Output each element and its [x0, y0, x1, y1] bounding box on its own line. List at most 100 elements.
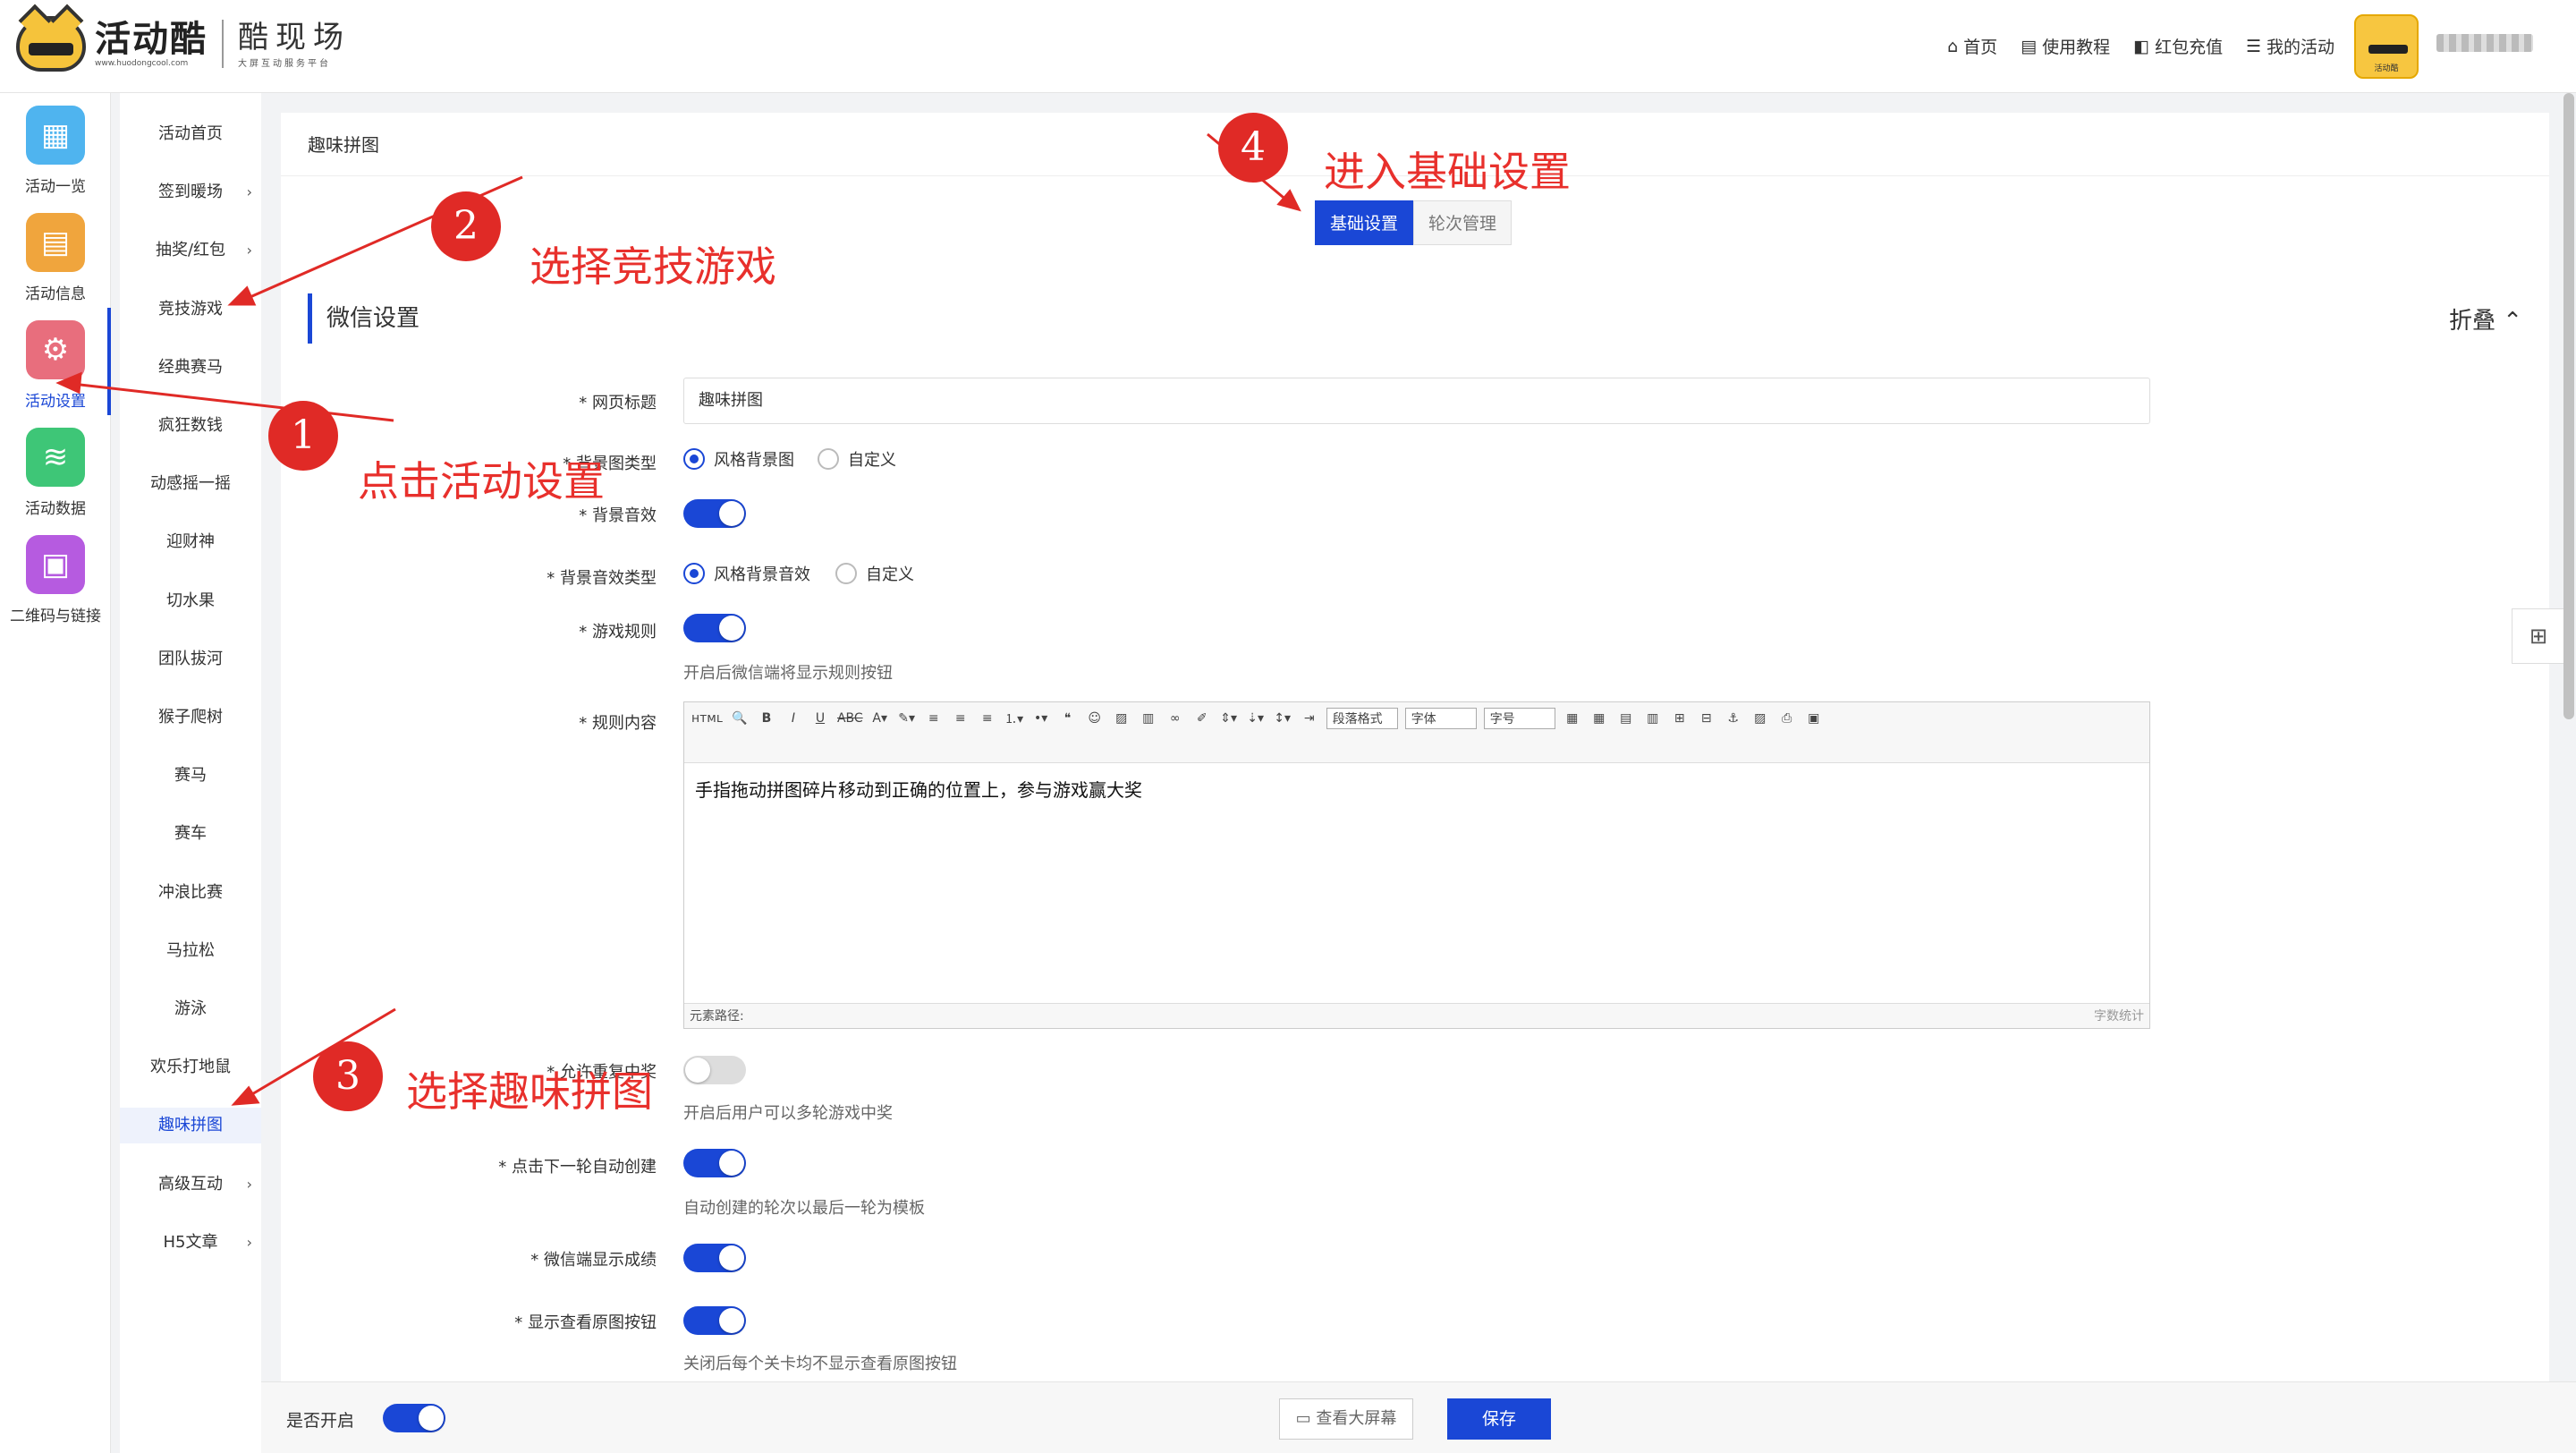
- logo[interactable]: 活动酷 www.huodongcool.com 酷现场 大屏互动服务平台: [16, 16, 351, 72]
- submenu-item[interactable]: 赛车: [120, 816, 261, 852]
- toggle-show-score[interactable]: [683, 1244, 746, 1272]
- floating-qr-icon[interactable]: ⊞: [2512, 608, 2565, 664]
- save-icon[interactable]: ▥: [1139, 708, 1158, 729]
- enabled-label: 是否开启: [286, 1411, 355, 1431]
- merge-icon[interactable]: ⊞: [1670, 708, 1690, 729]
- radio-bg-custom[interactable]: 自定义: [818, 447, 896, 471]
- primary-sidebar: ▦ 活动一览 ▤ 活动信息 ⚙ 活动设置 ≋ 活动数据 ▣ 二维码与链接: [0, 93, 111, 1453]
- toggle-enabled[interactable]: [383, 1404, 445, 1432]
- tab-round-management[interactable]: 轮次管理: [1413, 200, 1513, 245]
- submenu-item[interactable]: 经典赛马: [120, 350, 261, 386]
- sidebar-item-info[interactable]: ▤ 活动信息: [0, 213, 111, 303]
- submenu-item[interactable]: 高级互动 ›: [120, 1167, 261, 1202]
- nav-home[interactable]: ⌂ 首页: [1947, 34, 1997, 58]
- scrollbar[interactable]: [2563, 93, 2574, 719]
- html-icon[interactable]: ʜᴛᴍʟ: [691, 708, 723, 729]
- save-button[interactable]: 保存: [1447, 1398, 1551, 1440]
- radio-sound-style[interactable]: 风格背景音效: [683, 562, 810, 585]
- submenu-item[interactable]: 冲浪比赛: [120, 875, 261, 911]
- original-hint: 关闭后每个关卡均不显示查看原图按钮: [683, 1355, 957, 1373]
- submenu-item[interactable]: 游泳: [120, 991, 261, 1027]
- auto-hint: 自动创建的轮次以最后一轮为模板: [683, 1199, 925, 1218]
- submenu-item[interactable]: 动感摇一摇: [120, 466, 261, 502]
- sidebar-item-settings[interactable]: ⚙ 活动设置: [0, 320, 111, 411]
- view-screen-button[interactable]: ▭ 查看大屏幕: [1279, 1398, 1413, 1440]
- format-select[interactable]: 段落格式: [1326, 708, 1398, 729]
- font-select[interactable]: 字体: [1404, 708, 1477, 729]
- table-row-icon[interactable]: ▤: [1616, 708, 1636, 729]
- nav-tutorial[interactable]: ▤ 使用教程: [2021, 34, 2110, 58]
- bold-icon[interactable]: B: [757, 708, 776, 729]
- avatar[interactable]: 活动酷: [2354, 14, 2419, 79]
- label-show-original: 显示查看原图按钮: [281, 1310, 657, 1333]
- table-col-icon[interactable]: ▥: [1643, 708, 1663, 729]
- toggle-auto-create[interactable]: [683, 1149, 746, 1177]
- submenu-item[interactable]: 竞技游戏: [120, 292, 261, 327]
- radio-bg-style[interactable]: 风格背景图: [683, 447, 794, 471]
- editor-content[interactable]: 手指拖动拼图碎片移动到正确的位置上，参与游戏赢大奖: [684, 763, 2149, 814]
- image-icon[interactable]: ▨: [1112, 708, 1131, 729]
- indent-icon[interactable]: ⇥: [1300, 708, 1319, 729]
- table-delete-icon[interactable]: ▦: [1589, 708, 1609, 729]
- quote-icon[interactable]: ❝: [1058, 708, 1078, 729]
- username-blurred[interactable]: [2436, 34, 2533, 52]
- split-icon[interactable]: ⊟: [1697, 708, 1716, 729]
- submenu-item[interactable]: 切水果: [120, 583, 261, 619]
- align-left-icon[interactable]: ≡: [924, 708, 944, 729]
- submenu-item[interactable]: 团队拔河: [120, 642, 261, 677]
- collapse-button[interactable]: 折叠 ⌃: [2449, 302, 2522, 336]
- page-title-input[interactable]: 趣味拼图: [683, 378, 2150, 424]
- unordered-list-icon[interactable]: •▾: [1031, 708, 1051, 729]
- nav-recharge[interactable]: ◧ 红包充值: [2133, 34, 2223, 58]
- radio-sound-custom[interactable]: 自定义: [835, 562, 914, 585]
- anchor-icon[interactable]: ⚓: [1724, 708, 1743, 729]
- size-select[interactable]: 字号: [1483, 708, 1555, 729]
- para-spacing-icon[interactable]: ⇣▾: [1246, 708, 1266, 729]
- submenu-item[interactable]: 趣味拼图: [120, 1108, 261, 1144]
- highlight-icon[interactable]: ✎▾: [897, 708, 917, 729]
- tab-basic-settings[interactable]: 基础设置: [1315, 200, 1414, 245]
- nav-my-activities[interactable]: ☰ 我的活动: [2246, 34, 2334, 58]
- toggle-rules[interactable]: [683, 614, 746, 642]
- toggle-bg-sound[interactable]: [683, 499, 746, 528]
- tab-bar: 基础设置 轮次管理: [1315, 200, 1513, 245]
- align-right-icon[interactable]: ≡: [978, 708, 997, 729]
- sidebar-item-qrcode[interactable]: ▣ 二维码与链接: [0, 535, 111, 625]
- table-icon[interactable]: ▦: [1563, 708, 1582, 729]
- annotation-4-text: 进入基础设置: [1324, 148, 1571, 196]
- italic-icon[interactable]: I: [784, 708, 803, 729]
- toggle-repeat[interactable]: [683, 1056, 746, 1084]
- emoji-icon[interactable]: ☺: [1085, 708, 1105, 729]
- align-center-icon[interactable]: ≡: [951, 708, 970, 729]
- rich-text-editor[interactable]: ʜᴛᴍʟ 🔍 B I U ABC A▾ ✎▾ ≡ ≡ ≡ ⒈▾ •▾ ❝ ☺ ▨ ▥ ∞ ✐ ⇕▾ ⇣▾ ↕▾ ⇥ 段落格式…: [683, 701, 2150, 1029]
- submenu-item[interactable]: 活动首页: [120, 116, 261, 152]
- sidebar-item-overview[interactable]: ▦ 活动一览: [0, 106, 111, 196]
- submenu-item[interactable]: 马拉松: [120, 933, 261, 969]
- sidebar-item-data[interactable]: ≋ 活动数据: [0, 428, 111, 518]
- strike-icon[interactable]: ABC: [837, 708, 863, 729]
- annotation-2-text: 选择竞技游戏: [530, 242, 776, 291]
- row-spacing-icon[interactable]: ⇕▾: [1219, 708, 1239, 729]
- eraser-icon[interactable]: ✐: [1192, 708, 1212, 729]
- redpacket-icon: ◧: [2133, 36, 2150, 56]
- line-height-icon[interactable]: ↕▾: [1273, 708, 1292, 729]
- preview-icon[interactable]: 🔍: [730, 708, 750, 729]
- submenu-item[interactable]: H5文章 ›: [120, 1225, 261, 1261]
- submenu-item[interactable]: 赛马: [120, 758, 261, 794]
- submenu-item[interactable]: 抽奖/红包 ›: [120, 233, 261, 268]
- submenu-item[interactable]: 迎财神: [120, 524, 261, 560]
- template-icon[interactable]: ▣: [1804, 708, 1824, 729]
- page-title: 趣味拼图: [308, 134, 379, 156]
- submenu-item[interactable]: 签到暖场 ›: [120, 174, 261, 210]
- underline-icon[interactable]: U: [810, 708, 830, 729]
- link-icon[interactable]: ∞: [1165, 708, 1185, 729]
- annotation-2-badge: 2: [431, 191, 501, 261]
- toggle-show-original[interactable]: [683, 1306, 746, 1335]
- insert-image-icon[interactable]: ▨: [1750, 708, 1770, 729]
- submenu-item[interactable]: 欢乐打地鼠: [120, 1049, 261, 1085]
- submenu-item[interactable]: 猴子爬树: [120, 700, 261, 735]
- font-color-icon[interactable]: A▾: [870, 708, 890, 729]
- ordered-list-icon[interactable]: ⒈▾: [1004, 708, 1024, 729]
- submenu-item[interactable]: 疯狂数钱: [120, 408, 261, 444]
- print-icon[interactable]: ⎙: [1777, 708, 1797, 729]
